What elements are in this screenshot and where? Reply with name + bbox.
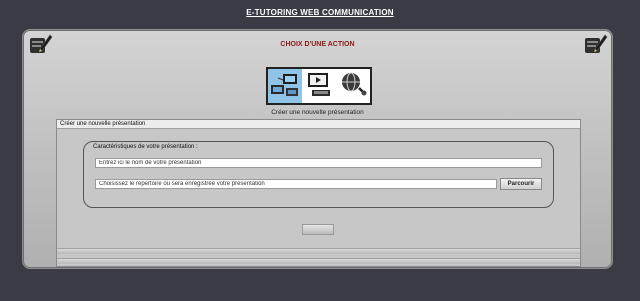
presentation-create-icon	[269, 68, 301, 105]
footer-bar	[57, 248, 580, 254]
action-network[interactable]	[336, 69, 370, 103]
action-play-video[interactable]	[302, 69, 336, 103]
fieldset-legend: Caractéristiques de votre présentation :	[93, 144, 198, 150]
presentation-characteristics: Caractéristiques de votre présentation :…	[83, 141, 554, 208]
create-presentation-section: Créer une nouvelle présentation Caractér…	[56, 119, 581, 267]
action-create-presentation[interactable]	[268, 69, 302, 103]
action-selector	[266, 67, 372, 105]
browse-button[interactable]: Parcourir	[500, 178, 542, 190]
video-play-icon	[303, 68, 335, 105]
main-panel: CHOIX D'UNE ACTION Créer une nouvelle pr…	[22, 29, 613, 269]
footer-bar	[57, 258, 580, 264]
panel-heading: CHOIX D'UNE ACTION	[280, 41, 355, 48]
action-caption: Créer une nouvelle présentation	[271, 109, 364, 116]
globe-network-icon	[337, 68, 369, 105]
submit-button[interactable]	[302, 224, 334, 235]
section-title: Créer une nouvelle présentation	[57, 120, 580, 129]
presentation-name-input[interactable]	[95, 158, 542, 168]
directory-input[interactable]	[95, 179, 497, 189]
app-title: E-TUTORING WEB COMMUNICATION	[246, 8, 394, 17]
